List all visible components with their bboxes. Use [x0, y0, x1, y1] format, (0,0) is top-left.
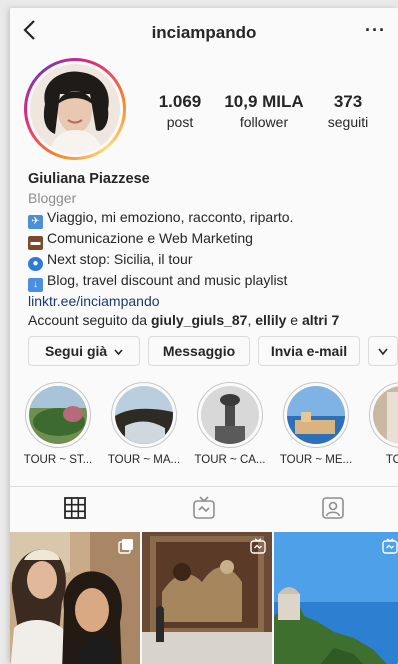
profile-screen: inciampando ··· 1.069 post 10,9 MILA fol… — [10, 8, 398, 664]
post-thumbnail[interactable] — [274, 532, 398, 664]
igtv-icon — [382, 538, 398, 559]
highlight-label: TOUR ~ ME... — [279, 454, 353, 466]
igtv-icon — [250, 538, 266, 559]
followed-by-user: ellily — [255, 312, 287, 328]
highlight-cover — [115, 386, 173, 444]
email-button[interactable]: Invia e-mail — [258, 336, 360, 366]
highlight-label: TOUR ~ ST... — [23, 454, 93, 466]
highlight-cover — [201, 386, 259, 444]
highlight-cover — [287, 386, 345, 444]
posts-label: post — [166, 114, 194, 130]
followers-count: 10,9 MILA — [224, 92, 304, 111]
highlight-label: TOUR ~ MA... — [107, 454, 181, 466]
highlight-item[interactable]: TOUR ~ MA... — [106, 382, 182, 466]
bio-line: ● Next stop: Sicilia, il tour — [28, 250, 388, 271]
tab-igtv[interactable] — [139, 487, 268, 533]
followed-by-prefix: Account seguito da — [28, 312, 151, 328]
message-button[interactable]: Messaggio — [148, 336, 250, 366]
highlight-item[interactable]: TOUR ~ ST... — [20, 382, 96, 466]
posts-count: 1.069 — [158, 92, 202, 111]
followed-by-conjunction: e — [286, 312, 302, 328]
briefcase-icon: ▬ — [28, 236, 43, 250]
airplane-icon: ✈ — [28, 215, 43, 229]
bio-link[interactable]: linktr.ee/inciampando — [28, 292, 388, 311]
tagged-icon — [321, 496, 345, 525]
highlight-item[interactable]: TOUR — [364, 382, 398, 466]
profile-tabs — [10, 486, 398, 534]
bio-line-text: Viaggio, mi emoziono, racconto, riparto. — [47, 209, 294, 225]
chevron-down-icon — [114, 337, 123, 365]
followers-stat[interactable]: 10,9 MILA follower — [222, 92, 306, 130]
posts-stat[interactable]: 1.069 post — [138, 92, 222, 130]
multiple-photos-icon — [118, 538, 134, 559]
following-count: 373 — [333, 92, 363, 111]
bio-line: ✈ Viaggio, mi emoziono, racconto, riparto… — [28, 208, 388, 229]
followers-label: follower — [239, 114, 289, 130]
bio-line: ↓ Blog, travel discount and music playlis… — [28, 271, 388, 292]
highlight-label: TOUR — [385, 454, 398, 466]
igtv-icon — [192, 495, 216, 525]
globe-icon: ● — [28, 257, 43, 271]
grid-icon — [63, 496, 86, 524]
following-button[interactable]: Segui già — [28, 336, 140, 366]
avatar-photo — [30, 64, 120, 154]
followed-by-user: giuly_giuls_87 — [150, 312, 248, 328]
highlight-cover — [373, 386, 398, 444]
highlight-cover — [29, 386, 87, 444]
followed-by-text[interactable]: Account seguito da giuly_giuls_87, ellil… — [28, 311, 388, 330]
more-options-icon[interactable]: ··· — [365, 20, 386, 41]
following-label: seguiti — [327, 114, 369, 130]
full-name: Giuliana Piazzese — [28, 171, 150, 187]
suggestions-chevron-button[interactable] — [368, 336, 398, 366]
highlight-label: TOUR ~ CA... — [194, 454, 266, 466]
profile-actions: Segui già Messaggio Invia e-mail — [28, 336, 398, 366]
post-thumbnail[interactable] — [142, 532, 272, 664]
highlight-item[interactable]: TOUR ~ CA... — [192, 382, 268, 466]
profile-username: inciampando — [151, 23, 257, 42]
bio-line-text: Blog, travel discount and music playlist — [47, 272, 288, 288]
chevron-down-icon — [378, 343, 388, 359]
post-thumbnail[interactable] — [10, 532, 140, 664]
top-bar: inciampando ··· — [10, 8, 398, 60]
tab-tagged[interactable] — [268, 487, 397, 533]
bio-line-text: Comunicazione e Web Marketing — [47, 230, 253, 246]
bio-line-text: Next stop: Sicilia, il tour — [47, 251, 193, 267]
avatar[interactable] — [24, 58, 126, 160]
following-button-label: Segui già — [44, 343, 108, 359]
profile-bio: Giuliana Piazzese Blogger ✈ Viaggio, mi e… — [28, 170, 388, 330]
tab-posts-grid[interactable] — [10, 487, 139, 534]
story-highlights: TOUR ~ ST... TOUR ~ MA... TOUR ~ CA... T… — [10, 382, 398, 478]
bio-line: ▬ Comunicazione e Web Marketing — [28, 229, 388, 250]
highlight-item[interactable]: TOUR ~ ME... — [278, 382, 354, 466]
category-label: Blogger — [28, 190, 77, 206]
down-arrow-icon: ↓ — [28, 278, 43, 292]
posts-grid — [10, 532, 398, 664]
followed-by-others: altri 7 — [301, 312, 340, 328]
following-stat[interactable]: 373 seguiti — [306, 92, 390, 130]
profile-stats: 1.069 post 10,9 MILA follower 373 seguit… — [138, 92, 390, 130]
